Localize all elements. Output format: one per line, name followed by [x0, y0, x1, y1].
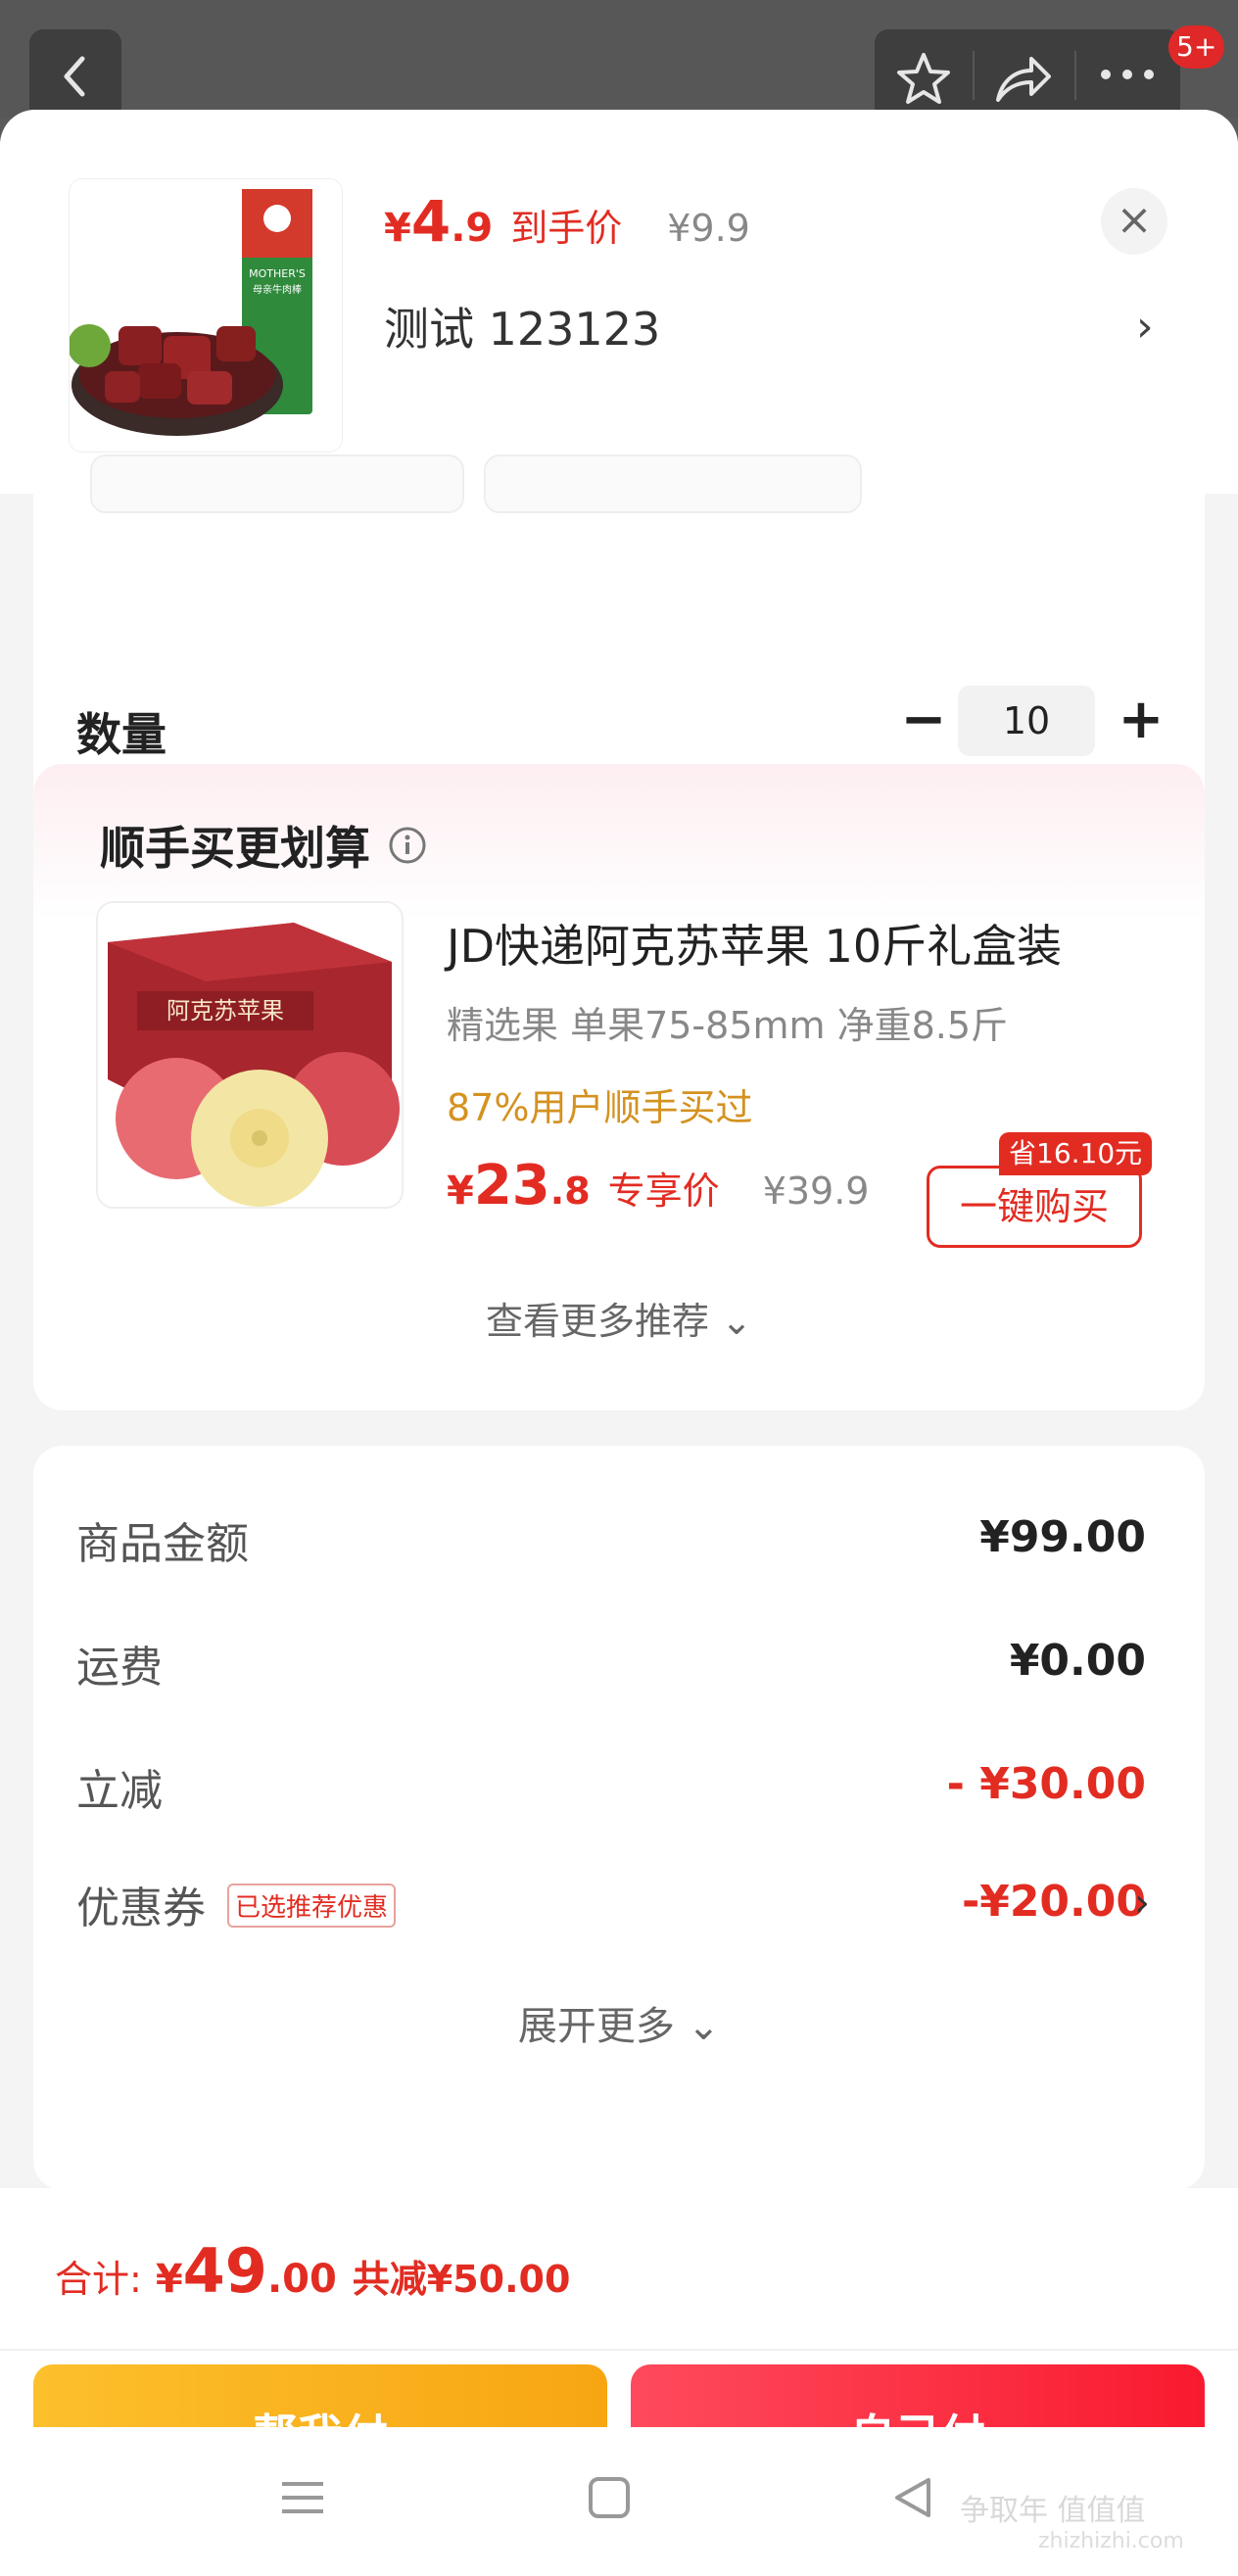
menu-icon[interactable] — [280, 2476, 325, 2519]
back-nav-icon[interactable] — [891, 2476, 934, 2519]
summary-label: 立减 — [76, 1766, 163, 1816]
recommend-title-text: 顺手买更划算 — [100, 822, 370, 875]
sheet-header: MOTHER'S 母亲牛肉棒 ¥ 4 .9 到手价 ¥9.9 测试 123123… — [0, 110, 1238, 494]
watermark-url: zhizhizhi.com — [1038, 2529, 1184, 2553]
save-badge: 省16.10元 — [999, 1132, 1153, 1175]
product-price: ¥ 4 .9 到手价 ¥9.9 — [384, 188, 750, 257]
summary-row-discount: 立减 - ¥30.00 — [76, 1755, 1146, 1824]
recommend-product-subtitle: 精选果 单果75-85mm 净重8.5斤 — [447, 1004, 1009, 1047]
recommend-product-name[interactable]: JD快递阿克苏苹果 10斤礼盒装 — [447, 911, 1062, 976]
increase-button[interactable]: + — [1109, 690, 1173, 754]
more-icon[interactable] — [1098, 67, 1157, 82]
decrease-button[interactable]: − — [891, 690, 956, 754]
divider — [1074, 51, 1076, 100]
share-icon[interactable] — [992, 51, 1055, 106]
total-decimal: .00 — [266, 2257, 337, 2302]
box-label: 阿克苏苹果 — [167, 997, 284, 1025]
notification-badge: 5+ — [1168, 25, 1225, 69]
recommend-card: 顺手买更划算 阿克苏苹果 JD快递阿克苏苹果 10斤礼盒装 精选果 单果75-8… — [33, 764, 1205, 1410]
price-integer: 4 — [410, 188, 452, 255]
price-integer: 23 — [473, 1154, 550, 1217]
recommend-product-image[interactable]: 阿克苏苹果 — [96, 901, 404, 1209]
product-thumbnail: MOTHER'S 母亲牛肉棒 — [69, 178, 343, 453]
chevron-right-icon[interactable]: › — [1134, 1881, 1150, 1926]
quantity-input[interactable] — [958, 686, 1095, 756]
summary-label: 运费 — [76, 1643, 163, 1693]
summary-value: ¥99.00 — [979, 1512, 1146, 1562]
currency-symbol: ¥ — [155, 2257, 183, 2302]
watermark: 争取年 值值值 zhizhizhi.com — [960, 2486, 1184, 2553]
svg-text:母亲牛肉棒: 母亲牛肉棒 — [253, 283, 302, 296]
divider — [973, 51, 975, 100]
summary-row-coupon[interactable]: 优惠券 已选推荐优惠 -¥20.00 — [76, 1873, 1146, 1941]
coupon-label: 优惠券 — [76, 1884, 206, 1933]
recommend-title: 顺手买更划算 — [100, 813, 427, 878]
summary-value: -¥20.00 — [961, 1877, 1146, 1927]
price-tag: 专享价 — [607, 1169, 720, 1213]
original-price: ¥9.9 — [667, 207, 750, 250]
more-recommend-link[interactable]: 查看更多推荐 ⌄ — [33, 1291, 1205, 1345]
order-summary-card: 商品金额 ¥99.00 运费 ¥0.00 立减 - ¥30.00 优惠券 已选推荐… — [33, 1446, 1205, 2190]
currency-symbol: ¥ — [447, 1169, 474, 1214]
home-icon[interactable] — [588, 2476, 631, 2519]
currency-symbol: ¥ — [384, 206, 411, 251]
product-image: MOTHER'S 母亲牛肉棒 — [70, 179, 342, 452]
star-icon[interactable] — [894, 51, 953, 106]
info-icon[interactable] — [388, 826, 427, 865]
svg-text:MOTHER'S: MOTHER'S — [249, 267, 306, 280]
summary-value: ¥0.00 — [1009, 1636, 1146, 1686]
purchase-sheet: MOTHER'S 母亲牛肉棒 ¥ 4 .9 到手价 ¥9.9 测试 123123… — [0, 110, 1238, 2576]
total-saved: 共减¥50.00 — [352, 2258, 571, 2301]
recommend-price: ¥ 23 .8 专享价 ¥39.9 — [447, 1154, 869, 1217]
total-label: 合计: — [55, 2258, 142, 2301]
expand-more-link[interactable]: 展开更多 ⌄ — [0, 1994, 1238, 2051]
price-tag: 到手价 — [510, 207, 623, 250]
total-amount: 合计: ¥ 49 .00 共减¥50.00 — [55, 2235, 570, 2307]
back-arrow-icon — [64, 56, 85, 97]
summary-label: 商品金额 — [76, 1519, 249, 1569]
summary-value: - ¥30.00 — [946, 1759, 1146, 1809]
chevron-right-icon[interactable]: › — [1136, 302, 1154, 352]
recommend-popularity: 87%用户顺手买过 — [447, 1086, 753, 1129]
coupon-tag: 已选推荐优惠 — [227, 1883, 397, 1928]
summary-row-shipping: 运费 ¥0.00 — [76, 1632, 1146, 1700]
total-integer: 49 — [182, 2235, 267, 2307]
close-button[interactable]: × — [1101, 188, 1167, 255]
background-topbar: 5+ — [0, 0, 1238, 121]
summary-label: 优惠券 已选推荐优惠 — [76, 1873, 397, 1935]
spec-chip[interactable] — [484, 454, 862, 513]
quantity-label: 数量 — [76, 708, 167, 761]
spec-chip[interactable] — [90, 454, 464, 513]
divider — [0, 2349, 1238, 2351]
apple-box-image: 阿克苏苹果 — [98, 903, 402, 1207]
price-decimal: .8 — [549, 1169, 591, 1213]
original-price: ¥39.9 — [762, 1169, 870, 1213]
price-decimal: .9 — [451, 206, 494, 251]
one-click-buy-button[interactable]: 一键购买 — [927, 1166, 1142, 1248]
summary-row-goods: 商品金额 ¥99.00 — [76, 1508, 1146, 1577]
sku-selector[interactable]: 测试 123123 — [384, 294, 660, 358]
watermark-text: 争取年 值值值 — [960, 2494, 1146, 2528]
top-actions — [875, 29, 1180, 121]
back-button[interactable] — [29, 29, 121, 121]
spec-chips-partial — [0, 454, 1238, 515]
